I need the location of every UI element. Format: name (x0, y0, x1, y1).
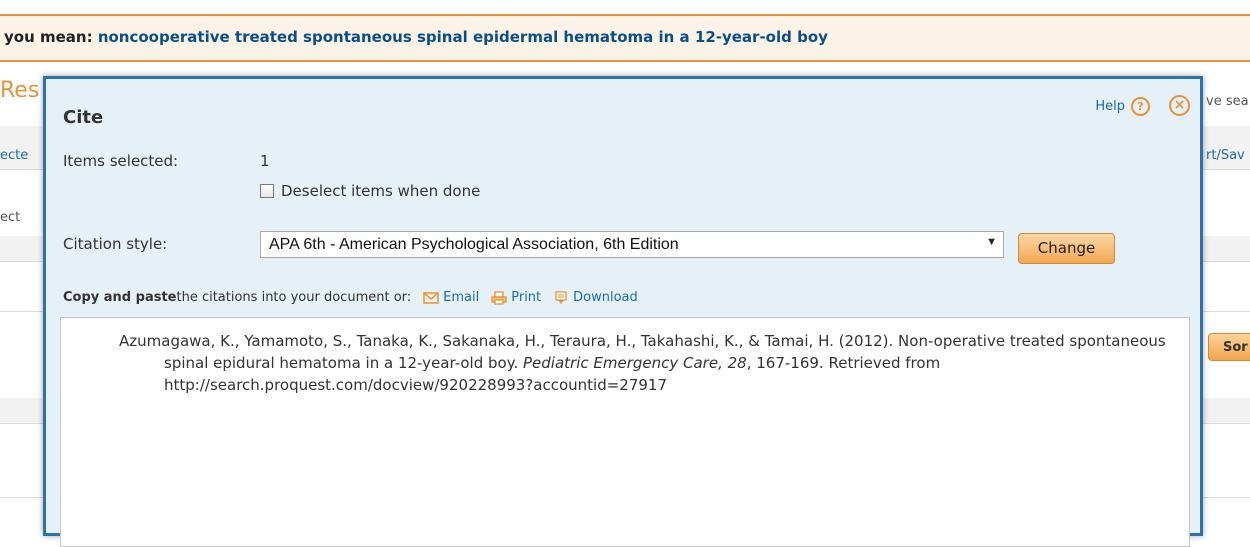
citation-style-label: Citation style: (63, 235, 168, 253)
page-top-blank (0, 0, 1250, 14)
save-search-fragment[interactable]: ve sea (1206, 94, 1249, 109)
citation-style-select[interactable]: APA 6th - American Psychological Associa… (260, 231, 1004, 258)
sort-button-fragment[interactable]: Sor (1208, 333, 1250, 361)
print-icon[interactable] (491, 290, 507, 305)
did-you-mean-text: you mean: noncooperative treated spontan… (4, 28, 828, 46)
email-icon[interactable] (423, 291, 439, 305)
did-you-mean-bar: you mean: noncooperative treated spontan… (0, 14, 1250, 62)
results-heading-fragment: Res (0, 78, 40, 103)
did-you-mean-link[interactable]: noncooperative treated spontaneous spina… (98, 28, 828, 46)
did-you-mean-prefix: you mean: (4, 28, 98, 46)
citation-output-box[interactable]: Azumagawa, K., Yamamoto, S., Tanaka, K.,… (60, 317, 1190, 547)
change-button[interactable]: Change (1018, 233, 1115, 264)
cite-dialog: Cite Help ? × Items selected: 1 Deselect… (43, 76, 1203, 547)
print-button[interactable]: Print (491, 290, 541, 305)
download-button[interactable]: Download (553, 290, 638, 305)
citation-style-value: APA 6th - American Psychological Associa… (269, 236, 679, 253)
items-selected-label: Items selected: (63, 152, 179, 170)
dialog-title: Cite (63, 107, 104, 128)
email-label[interactable]: Email (443, 290, 479, 305)
deselect-option[interactable]: Deselect items when done (260, 182, 480, 200)
download-icon[interactable] (553, 290, 569, 305)
export-save-fragment[interactable]: rt/Sav (1206, 148, 1245, 163)
copy-paste-bold: Copy and paste (63, 290, 177, 305)
citation-text[interactable]: Azumagawa, K., Yamamoto, S., Tanaka, K.,… (119, 330, 1179, 396)
selected-items-link-fragment[interactable]: ecte (0, 148, 28, 163)
copy-paste-text: the citations into your document or: (176, 290, 412, 305)
close-icon[interactable]: × (1169, 95, 1190, 116)
help-icon[interactable]: ? (1131, 97, 1150, 116)
download-label[interactable]: Download (573, 290, 638, 305)
copy-paste-row: Copy and paste the citations into your d… (63, 290, 638, 305)
items-selected-count: 1 (260, 152, 270, 170)
print-label[interactable]: Print (511, 290, 541, 305)
citation-journal: Pediatric Emergency Care, 28 (523, 354, 747, 372)
deselect-checkbox[interactable] (260, 184, 274, 198)
help-link[interactable]: Help ? (1095, 97, 1150, 116)
chevron-down-icon[interactable]: ▼ (986, 236, 997, 248)
email-button[interactable]: Email (423, 290, 479, 305)
help-label[interactable]: Help (1095, 99, 1125, 114)
deselect-label[interactable]: Deselect items when done (281, 182, 480, 200)
select-all-fragment: ect (0, 210, 21, 225)
